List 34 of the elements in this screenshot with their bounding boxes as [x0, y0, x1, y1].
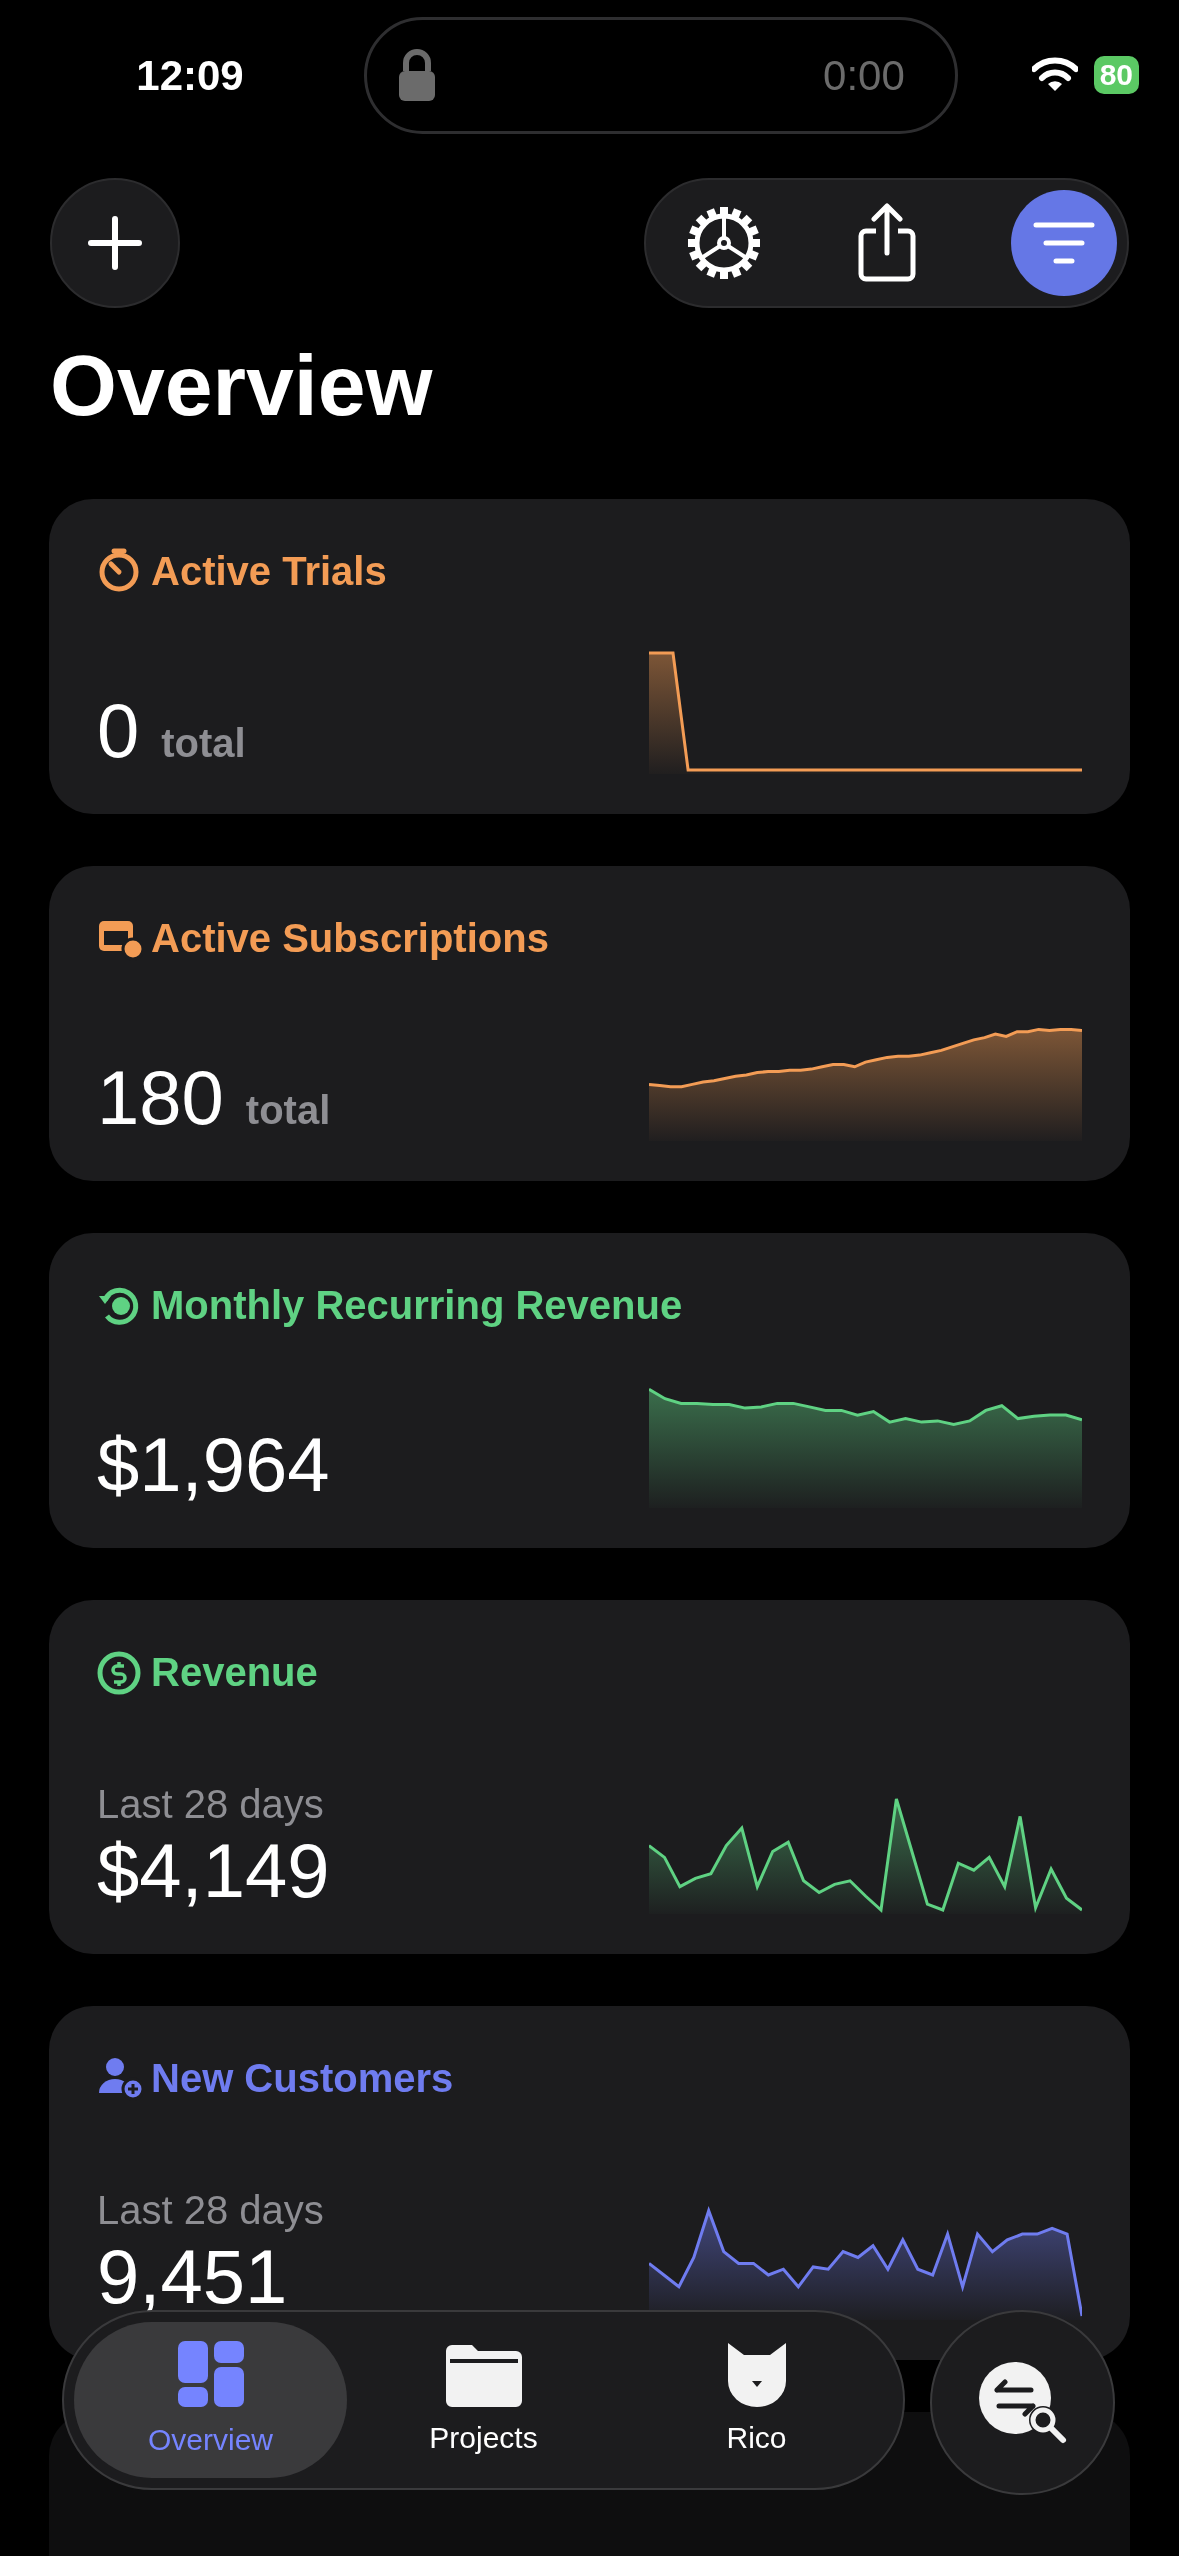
settings-button[interactable]: [686, 205, 762, 281]
metric-card[interactable]: Active Trials 0 total: [49, 499, 1130, 814]
lock-icon: [396, 47, 437, 103]
status-time: 12:09: [135, 50, 245, 101]
card-title: Monthly Recurring Revenue: [151, 1282, 683, 1329]
unit-label: total: [245, 1087, 331, 1134]
card-title: New Customers: [151, 2055, 454, 2102]
card-title: Active Trials: [151, 548, 387, 595]
person-plus-icon: [97, 2055, 143, 2101]
grid-icon: [175, 2338, 246, 2409]
metric-value: $1,964: [97, 1422, 330, 1508]
unit-label: total: [161, 720, 246, 767]
metric-card[interactable]: Active Subscriptions 180 total: [49, 866, 1130, 1181]
cat-face-icon: [725, 2340, 788, 2407]
metric-value: 0: [97, 688, 140, 774]
metric-value: 9,451: [97, 2234, 288, 2320]
metric-value: 180: [97, 1055, 224, 1141]
card-title: Revenue: [151, 1649, 318, 1696]
battery-level: 80: [1093, 56, 1139, 94]
wifi-icon: [1031, 57, 1078, 93]
metric-card[interactable]: Monthly Recurring Revenue $1,964: [49, 1233, 1130, 1548]
plus-icon: [87, 215, 143, 271]
metric-value: $4,149: [97, 1828, 330, 1914]
dollar-circle-icon: [97, 1649, 143, 1695]
metric-card[interactable]: Revenue Last 28 days $4,149: [49, 1600, 1130, 1954]
period-label: Last 28 days: [97, 1781, 325, 1828]
settings-icon: [686, 205, 762, 281]
tab[interactable]: Overview: [74, 2322, 347, 2478]
timer-text: 0:00: [823, 50, 905, 101]
page-title: Overview: [50, 336, 434, 435]
card-title: Active Subscriptions: [151, 915, 549, 962]
filter-icon: [1032, 221, 1096, 265]
period-label: Last 28 days: [97, 2187, 324, 2234]
filter-button[interactable]: [1011, 190, 1117, 296]
